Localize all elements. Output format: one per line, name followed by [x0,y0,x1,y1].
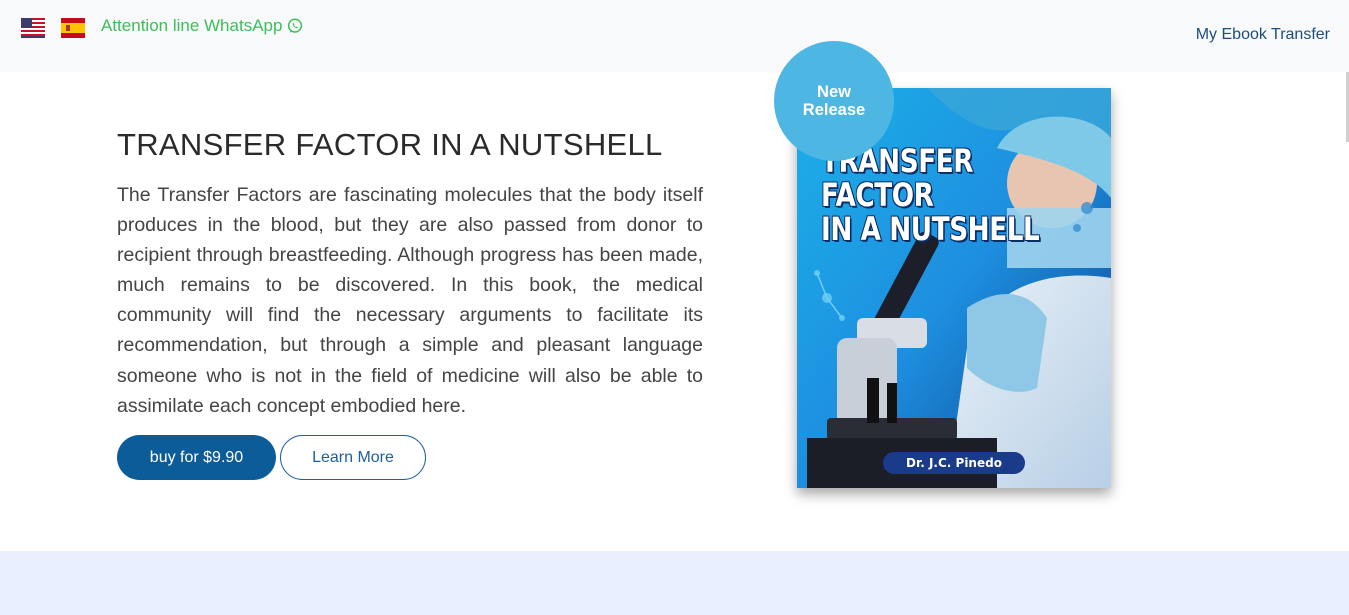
my-ebook-transfer-link[interactable]: My Ebook Transfer [1196,26,1330,44]
spain-flag-icon[interactable] [61,18,85,38]
buy-button[interactable]: buy for $9.90 [117,435,276,480]
learn-more-button[interactable]: Learn More [280,435,426,480]
book-cover-author: Dr. J.C. Pinedo [883,452,1025,474]
whatsapp-icon [288,18,303,33]
whatsapp-link[interactable]: Attention line WhatsApp [101,16,304,36]
badge-line-1: New [817,83,851,101]
next-section-band [0,551,1349,615]
badge-line-2: Release [802,101,866,119]
new-release-badge: New Release [774,41,894,161]
book-cover-title: TRANSFER FACTOR IN A NUTSHELL [821,142,1040,248]
us-flag-icon[interactable] [21,18,45,38]
top-bar: Attention line WhatsApp My Ebook Transfe… [0,0,1349,72]
book-description: The Transfer Factors are fascinating mol… [117,184,703,417]
whatsapp-label: Attention line WhatsApp [101,16,283,35]
page-title: TRANSFER FACTOR IN A NUTSHELL [117,127,663,162]
